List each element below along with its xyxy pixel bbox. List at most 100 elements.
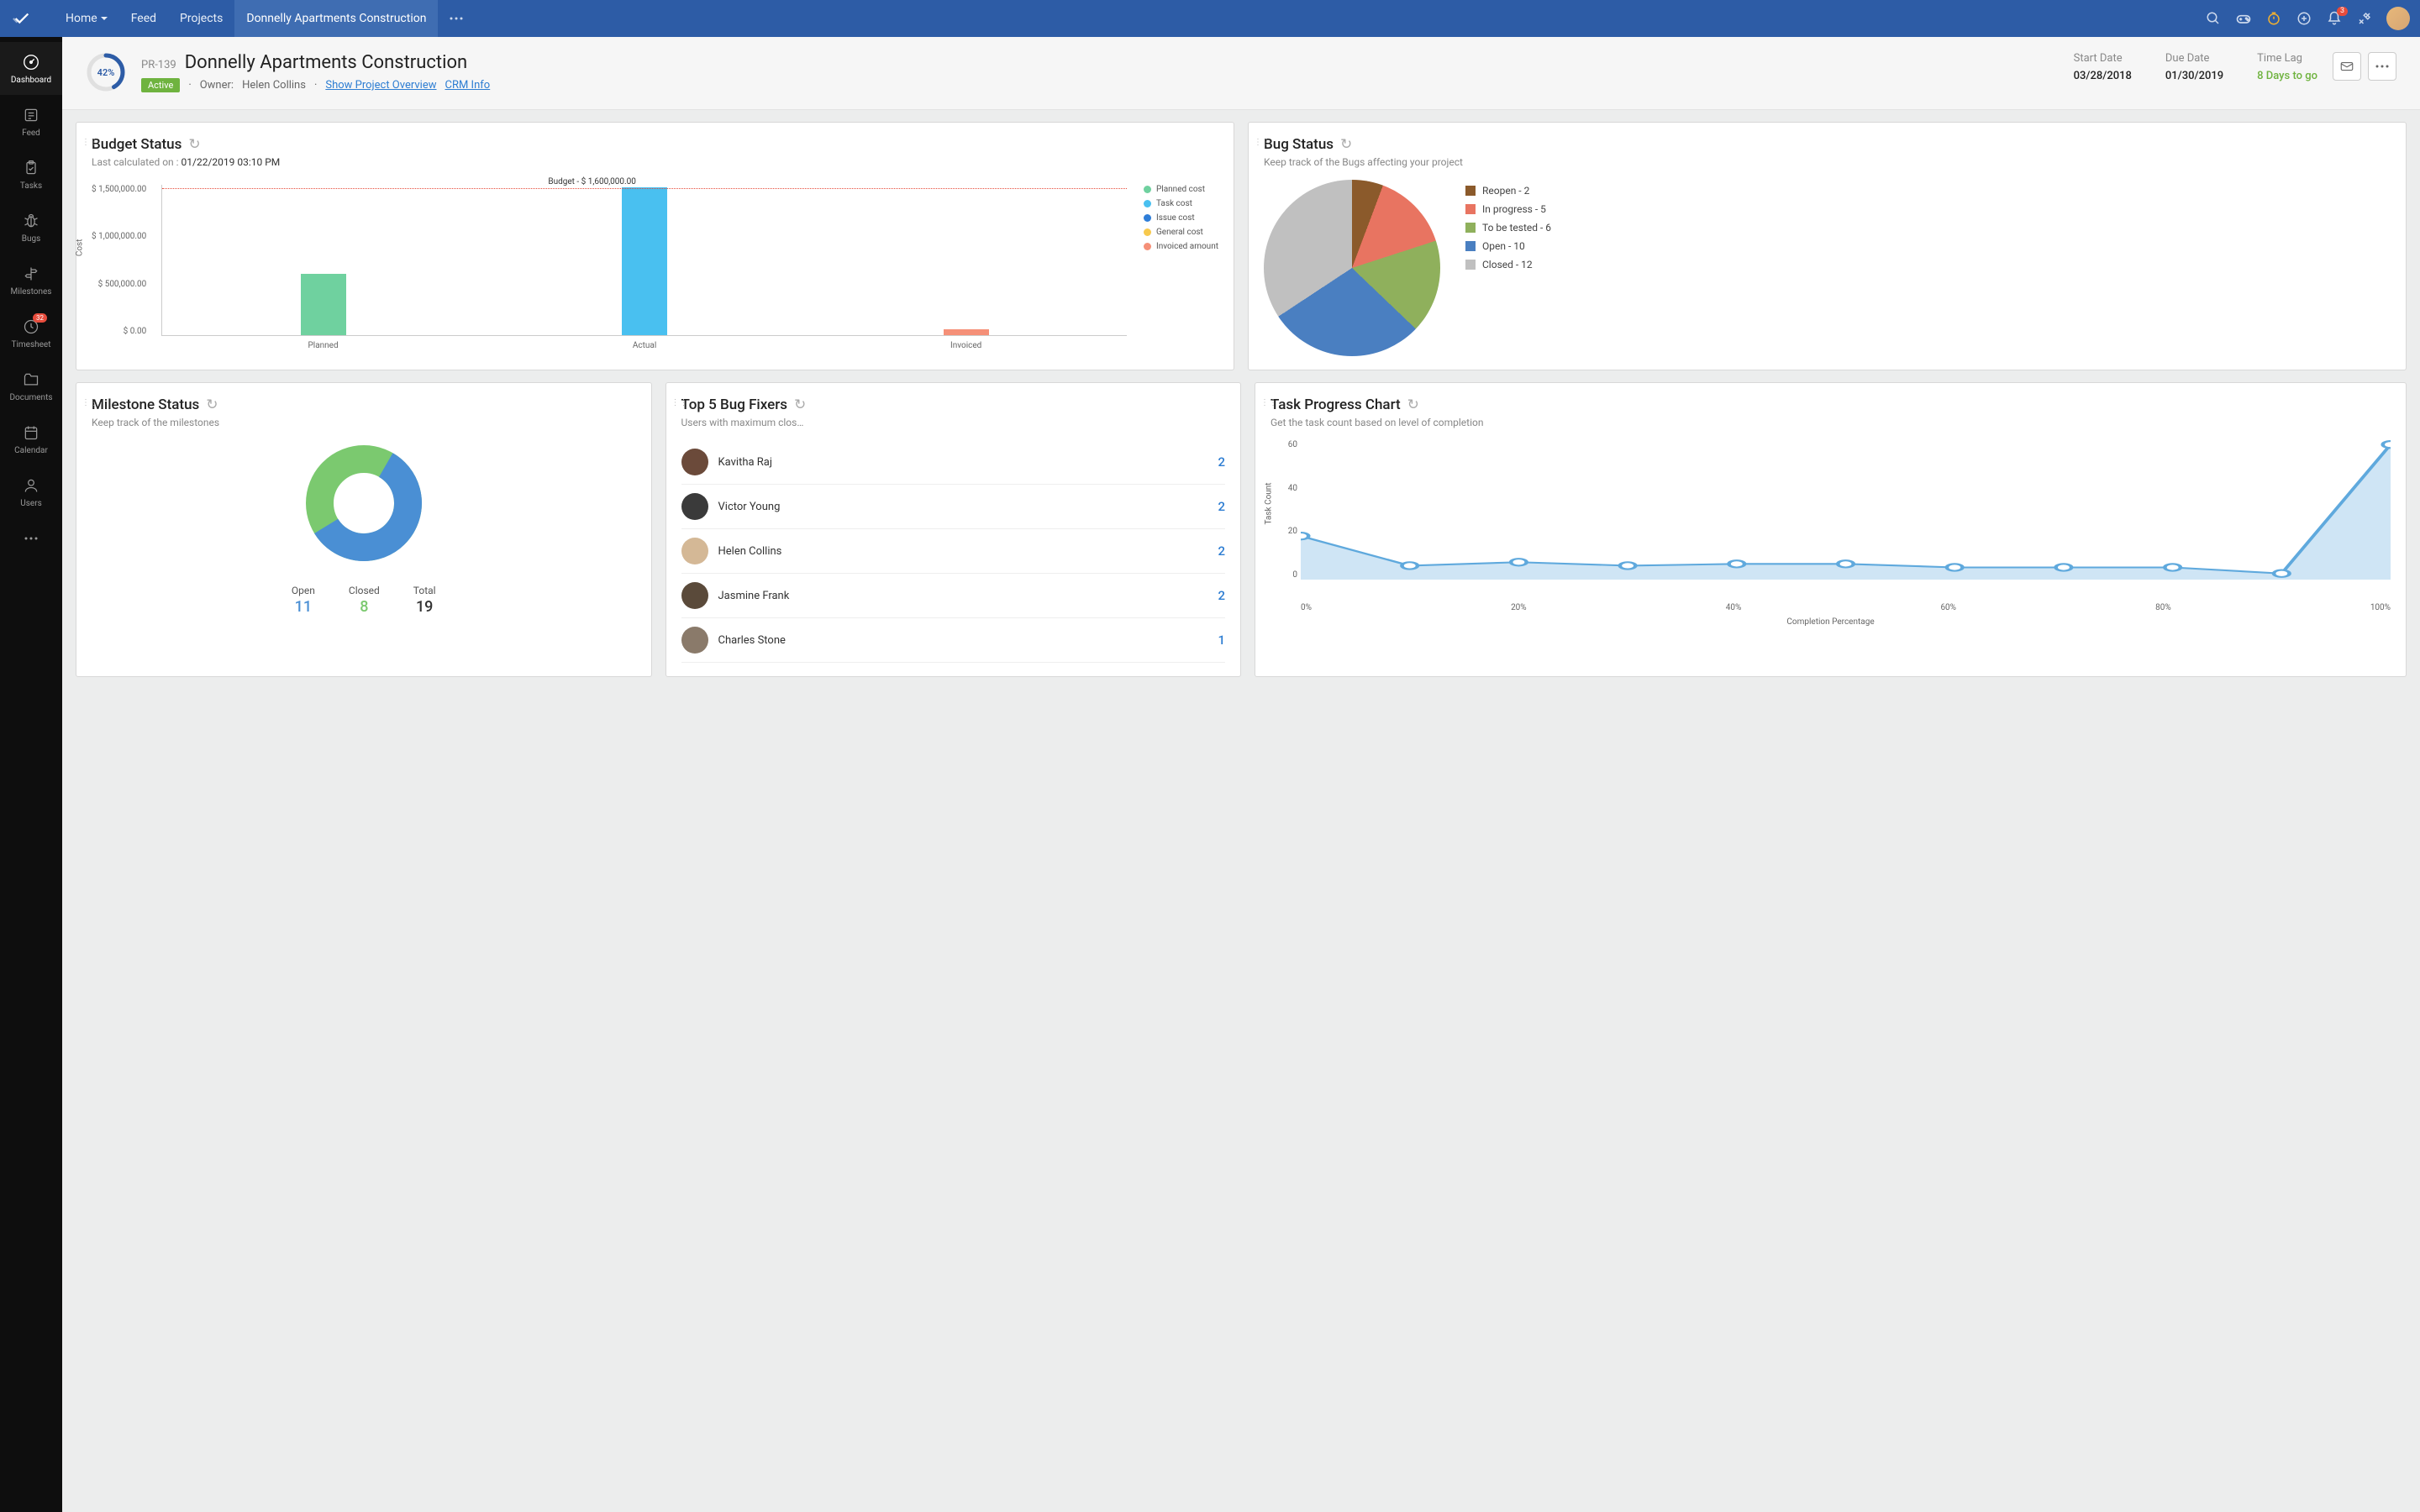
stat-value: 11 — [292, 598, 315, 616]
drag-handle-icon[interactable]: ⋮⋮ — [82, 398, 98, 407]
project-id: PR-139 — [141, 59, 176, 71]
nav-more-icon[interactable] — [438, 0, 475, 37]
stat-label: Total — [413, 585, 436, 596]
bug-status-card: ⋮⋮ Bug Status ↻ Keep track of the Bugs af… — [1248, 122, 2407, 370]
bug-icon — [21, 211, 41, 231]
stat-value: 19 — [413, 598, 436, 616]
x-tick: 100% — [2370, 603, 2391, 612]
drag-handle-icon[interactable]: ⋮⋮ — [1260, 398, 1277, 407]
sidebar-label: Documents — [9, 393, 52, 402]
timer-icon[interactable] — [2259, 3, 2289, 34]
sidebar-label: Timesheet — [11, 340, 50, 349]
fixer-avatar — [681, 627, 708, 654]
sidebar-label: Feed — [22, 129, 40, 138]
progress-pct: 42% — [86, 52, 126, 92]
fixer-avatar — [681, 582, 708, 609]
drag-handle-icon[interactable]: ⋮⋮ — [1254, 138, 1270, 147]
task-progress-chart: Task Count 60 40 20 0 — [1270, 440, 2391, 600]
more-actions-button[interactable] — [2368, 52, 2396, 81]
y-tick: $ 1,500,000.00 — [92, 185, 146, 194]
user-avatar[interactable] — [2386, 7, 2410, 30]
y-axis-label: Cost — [76, 239, 85, 257]
card-title: Budget Status — [92, 136, 182, 153]
sidebar-label: Milestones — [11, 287, 52, 297]
sidebar-item-timesheet[interactable]: 32Timesheet — [0, 307, 62, 360]
x-tick: 60% — [1940, 603, 1956, 612]
fixer-count: 2 — [1218, 543, 1225, 559]
card-subtitle: Keep track of the Bugs affecting your pr… — [1264, 156, 2391, 168]
gamepad-icon[interactable] — [2228, 3, 2259, 34]
mail-button[interactable] — [2333, 52, 2361, 81]
app-logo-icon[interactable] — [10, 7, 34, 30]
task-progress-card: ⋮⋮ Task Progress Chart↻ Get the task cou… — [1255, 382, 2407, 677]
y-tick: 20 — [1288, 527, 1297, 536]
start-date-value: 03/28/2018 — [2074, 70, 2132, 82]
nav-feed[interactable]: Feed — [119, 0, 168, 37]
fixer-row[interactable]: Kavitha Raj2 — [681, 440, 1226, 485]
budget-legend: Planned cost Task cost Issue cost Genera… — [1144, 185, 1218, 336]
calc-prefix: Last calculated on : — [92, 156, 182, 168]
crm-info-link[interactable]: CRM Info — [445, 79, 491, 92]
sidebar-item-tasks[interactable]: Tasks — [0, 148, 62, 201]
sidebar-item-bugs[interactable]: Bugs — [0, 201, 62, 254]
drag-handle-icon[interactable]: ⋮⋮ — [82, 138, 98, 147]
refresh-icon[interactable]: ↻ — [206, 396, 218, 413]
card-subtitle: Get the task count based on level of com… — [1270, 417, 2391, 428]
sidebar-label: Users — [20, 499, 42, 508]
topbar: Home Feed Projects Donnelly Apartments C… — [0, 0, 2420, 37]
x-tick: 80% — [2155, 603, 2171, 612]
fixer-row[interactable]: Helen Collins 2 — [681, 529, 1226, 574]
sidebar-label: Calendar — [14, 446, 48, 455]
stat-label: Closed — [349, 585, 380, 596]
due-date-label: Due Date — [2165, 52, 2223, 65]
fixer-row[interactable]: Charles Stone1 — [681, 618, 1226, 663]
sidebar-item-feed[interactable]: Feed — [0, 95, 62, 148]
bug-pie-chart — [1264, 180, 1440, 356]
time-lag-label: Time Lag — [2257, 52, 2317, 65]
bell-icon[interactable]: 3 — [2319, 3, 2349, 34]
sidebar-item-milestones[interactable]: Milestones — [0, 254, 62, 307]
sidebar-more-icon[interactable] — [0, 518, 62, 559]
user-icon — [21, 475, 41, 496]
fixer-name: Charles Stone — [718, 634, 1208, 647]
nav-home[interactable]: Home — [54, 0, 119, 37]
start-date-label: Start Date — [2074, 52, 2132, 65]
y-tick: $ 0.00 — [124, 327, 147, 336]
search-icon[interactable] — [2198, 3, 2228, 34]
y-tick: $ 1,000,000.00 — [92, 232, 146, 241]
gauge-icon — [21, 52, 41, 72]
card-title: Bug Status — [1264, 136, 1334, 153]
stat-value: 8 — [349, 598, 380, 616]
fixer-name: Kavitha Raj — [718, 456, 1208, 469]
time-lag-value: 8 Days to go — [2257, 70, 2317, 82]
calendar-icon — [21, 423, 41, 443]
add-icon[interactable] — [2289, 3, 2319, 34]
fixer-row[interactable]: Jasmine Frank2 — [681, 574, 1226, 618]
refresh-icon[interactable]: ↻ — [1340, 136, 1352, 153]
refresh-icon[interactable]: ↻ — [1407, 396, 1419, 413]
notification-badge: 3 — [2337, 7, 2348, 16]
budget-status-card: ⋮⋮ Budget Status↻ Last calculated on : 0… — [76, 122, 1234, 370]
refresh-icon[interactable]: ↻ — [188, 136, 200, 153]
bug-fixers-card: ⋮⋮ Top 5 Bug Fixers↻ Users with maximum … — [666, 382, 1242, 677]
bar-invoiced: Invoiced — [944, 329, 989, 335]
refresh-icon[interactable]: ↻ — [794, 396, 806, 413]
project-overview-link[interactable]: Show Project Overview — [325, 79, 436, 92]
fixer-name: Helen Collins — [718, 545, 1208, 558]
nav-current-project[interactable]: Donnelly Apartments Construction — [234, 0, 438, 37]
sidebar-item-users[interactable]: Users — [0, 465, 62, 518]
fixer-row[interactable]: Victor Young2 — [681, 485, 1226, 529]
sidebar-label: Bugs — [22, 234, 41, 244]
fixer-avatar — [681, 538, 708, 564]
feed-icon — [21, 105, 41, 125]
card-title: Milestone Status — [92, 396, 199, 413]
card-subtitle: Users with maximum clos… — [681, 417, 1226, 428]
sidebar-item-documents[interactable]: Documents — [0, 360, 62, 412]
due-date-value: 01/30/2019 — [2165, 70, 2223, 82]
sidebar-item-calendar[interactable]: Calendar — [0, 412, 62, 465]
nav-projects[interactable]: Projects — [168, 0, 234, 37]
sidebar-item-dashboard[interactable]: Dashboard — [0, 42, 62, 95]
drag-handle-icon[interactable]: ⋮⋮ — [671, 398, 688, 407]
tools-icon[interactable] — [2349, 3, 2380, 34]
signpost-icon — [21, 264, 41, 284]
